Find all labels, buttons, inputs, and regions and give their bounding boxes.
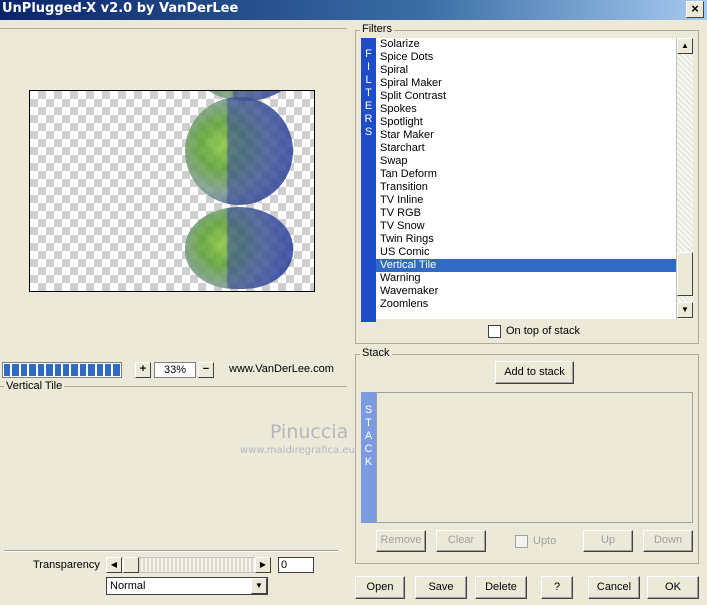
upto-label: Upto xyxy=(533,535,557,547)
delete-button[interactable]: Delete xyxy=(475,576,527,599)
filter-item[interactable]: Warning xyxy=(376,272,678,285)
transparency-label: Transparency xyxy=(33,559,100,571)
up-button[interactable]: Up xyxy=(583,530,633,552)
filter-item[interactable]: Spotlight xyxy=(376,116,678,129)
strip-letter: E xyxy=(364,100,373,112)
watermark-site: www.maidiregrafica.eu xyxy=(240,445,355,456)
transparency-value-field[interactable]: 0 xyxy=(278,557,314,573)
strip-letter: I xyxy=(366,61,371,73)
filter-scrollbar[interactable]: ▲ ▼ xyxy=(676,38,693,319)
filter-item[interactable]: Spokes xyxy=(376,103,678,116)
strip-letter: A xyxy=(364,430,373,442)
filter-item[interactable]: Spiral Maker xyxy=(376,77,678,90)
slider-right-arrow-icon[interactable]: ▶ xyxy=(255,557,271,573)
filter-item[interactable]: Spiral xyxy=(376,64,678,77)
blend-mode-value: Normal xyxy=(110,580,146,592)
filter-item[interactable]: Starchart xyxy=(376,142,678,155)
strip-letter: S xyxy=(364,404,373,416)
on-top-checkbox[interactable] xyxy=(488,325,501,338)
strip-letter: R xyxy=(364,113,373,125)
strip-letter: C xyxy=(364,443,373,455)
strip-letter: K xyxy=(364,456,373,468)
filter-item[interactable]: Solarize xyxy=(376,38,678,51)
filter-item[interactable]: Star Maker xyxy=(376,129,678,142)
slider-left-arrow-icon[interactable]: ◀ xyxy=(106,557,122,573)
stack-list[interactable] xyxy=(376,392,693,523)
filter-item[interactable]: Wavemaker xyxy=(376,285,678,298)
upto-checkbox[interactable] xyxy=(515,535,528,548)
filter-item[interactable]: Twin Rings xyxy=(376,233,678,246)
filter-item[interactable]: TV RGB xyxy=(376,207,678,220)
open-button[interactable]: Open xyxy=(355,576,405,599)
divider xyxy=(4,550,338,552)
remove-button[interactable]: Remove xyxy=(376,530,426,552)
preview-canvas[interactable] xyxy=(29,90,315,292)
filter-item[interactable]: Zoomlens xyxy=(376,298,678,311)
on-top-label: On top of stack xyxy=(506,325,580,337)
save-button[interactable]: Save xyxy=(415,576,467,599)
clear-button[interactable]: Clear xyxy=(436,530,486,552)
strip-letter: F xyxy=(365,48,372,60)
filter-item[interactable]: Transition xyxy=(376,181,678,194)
filter-list[interactable]: Solarize Spice Dots Spiral Spiral Maker … xyxy=(376,38,678,319)
stack-side-strip: S T A C K xyxy=(361,392,376,523)
strip-letter: L xyxy=(365,74,372,86)
filters-side-strip: F I L T E R S xyxy=(361,38,376,322)
zoom-value-field[interactable]: 33% xyxy=(154,362,196,378)
help-button[interactable]: ? xyxy=(541,576,573,599)
parameters-group xyxy=(0,386,347,550)
slider-thumb[interactable] xyxy=(123,557,139,573)
watermark-name: Pinuccia xyxy=(270,421,349,443)
strip-letter: S xyxy=(364,126,373,138)
add-to-stack-button[interactable]: Add to stack xyxy=(495,361,574,384)
filter-item[interactable]: TV Snow xyxy=(376,220,678,233)
down-button[interactable]: Down xyxy=(643,530,693,552)
zoom-progress-bar xyxy=(2,362,122,378)
strip-letter: T xyxy=(365,417,372,429)
filter-item-selected[interactable]: Vertical Tile xyxy=(376,259,678,272)
zoom-in-button[interactable]: + xyxy=(135,362,151,378)
vanderlee-link[interactable]: www.VanDerLee.com xyxy=(229,363,334,375)
filters-title: Filters xyxy=(360,23,394,35)
scroll-down-icon[interactable]: ▼ xyxy=(677,302,693,318)
zoom-out-button[interactable]: − xyxy=(198,362,214,378)
chevron-down-icon[interactable]: ▼ xyxy=(251,578,267,594)
ok-button[interactable]: OK xyxy=(647,576,699,599)
preview-orb-bottom xyxy=(185,207,293,289)
preview-orb-middle xyxy=(185,97,293,205)
filter-item[interactable]: Swap xyxy=(376,155,678,168)
scroll-up-icon[interactable]: ▲ xyxy=(677,38,693,54)
transparency-slider[interactable]: ◀ ▶ xyxy=(106,557,271,573)
filter-item[interactable]: Split Contrast xyxy=(376,90,678,103)
filter-item[interactable]: Spice Dots xyxy=(376,51,678,64)
blend-mode-select[interactable]: Normal ▼ xyxy=(106,577,268,595)
filter-item[interactable]: TV Inline xyxy=(376,194,678,207)
stack-title: Stack xyxy=(360,347,392,359)
window-title: UnPlugged-X v2.0 by VanDerLee xyxy=(2,1,239,16)
cancel-button[interactable]: Cancel xyxy=(588,576,640,599)
parameters-title: Vertical Tile xyxy=(4,380,65,392)
strip-letter: T xyxy=(365,87,372,99)
close-button[interactable]: × xyxy=(686,1,704,18)
filter-item[interactable]: US Comic xyxy=(376,246,678,259)
scroll-thumb[interactable] xyxy=(677,252,693,296)
filter-item[interactable]: Tan Deform xyxy=(376,168,678,181)
